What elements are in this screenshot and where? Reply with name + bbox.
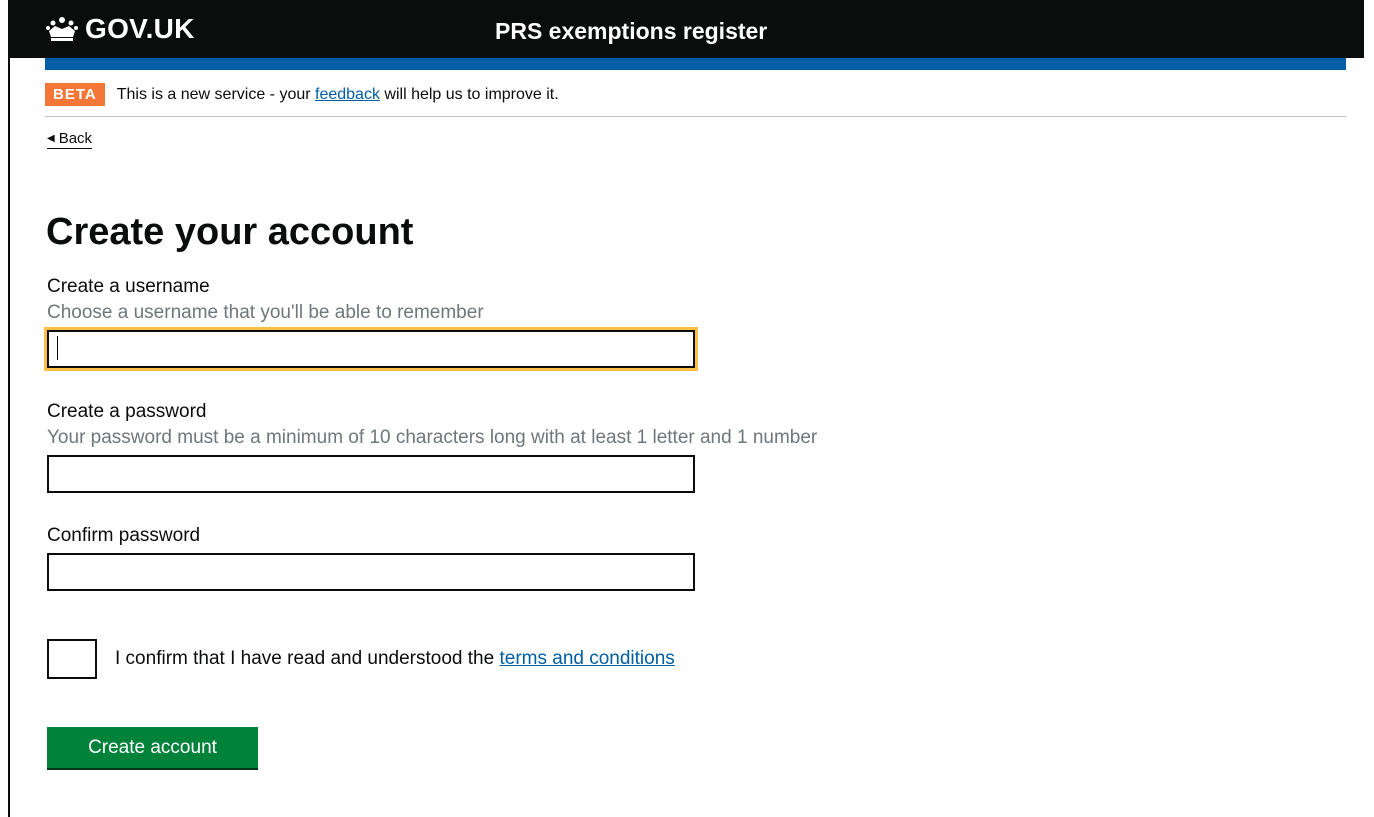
terms-checkbox[interactable] (47, 639, 97, 679)
back-link[interactable]: ◀ Back (47, 130, 93, 149)
header-blue-bar (45, 58, 1346, 70)
text-caret (57, 336, 58, 360)
phase-text-after: will help us to improve it. (379, 86, 559, 103)
phase-banner: BETA This is a new service - your feedba… (45, 80, 1346, 117)
username-label: Create a username (47, 276, 210, 297)
phase-text-before: This is a new service - your (116, 86, 316, 103)
phase-tag: BETA (45, 83, 105, 106)
page-frame-edge (8, 0, 10, 817)
crown-icon (45, 15, 79, 43)
feedback-link[interactable]: feedback (315, 86, 380, 103)
back-link-label: Back (58, 130, 93, 147)
username-hint: Choose a username that you'll be able to… (47, 302, 484, 323)
service-name-link[interactable]: PRS exemptions register (495, 18, 767, 45)
logo-text: GOV.UK (85, 13, 195, 44)
create-account-button[interactable]: Create account (47, 727, 258, 768)
confirm-password-label: Confirm password (47, 525, 201, 546)
govuk-logo-link[interactable]: GOV.UK (45, 12, 195, 46)
terms-checkbox-label[interactable]: I confirm that I have read and understoo… (115, 647, 675, 671)
terms-link[interactable]: terms and conditions (499, 648, 674, 669)
confirm-password-input[interactable] (47, 553, 695, 591)
password-hint: Your password must be a minimum of 10 ch… (47, 427, 818, 448)
phase-banner-text: This is a new service - your feedback wi… (117, 85, 559, 105)
password-label: Create a password (47, 401, 207, 422)
site-header: GOV.UK PRS exemptions register (10, 0, 1364, 58)
back-arrow-icon: ◀ (47, 133, 55, 144)
terms-label-text: I confirm that I have read and understoo… (115, 648, 500, 669)
username-input[interactable] (44, 327, 698, 371)
page-title: Create your account (46, 211, 414, 253)
password-input[interactable] (47, 455, 695, 493)
